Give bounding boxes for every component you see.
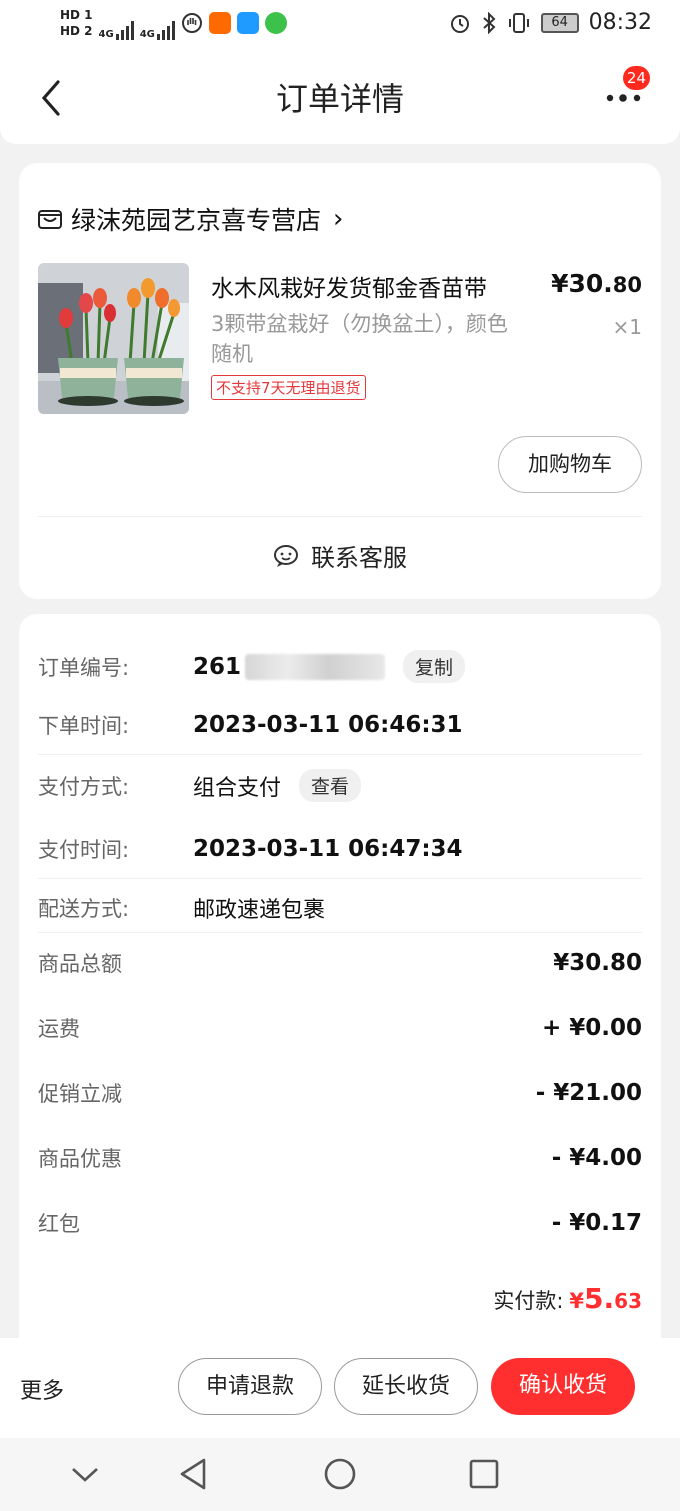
- chevron-down-icon[interactable]: [67, 1456, 103, 1492]
- hd2-label: HD 2: [60, 24, 93, 38]
- battery-icon: 64: [540, 12, 579, 33]
- amount-row-discount: 商品优惠 - ¥4.00: [38, 1143, 642, 1173]
- bluetooth-icon: [482, 11, 496, 34]
- product-quantity: ×1: [612, 315, 642, 339]
- order-info-card: 订单编号: 261 复制 下单时间: 2023-03-11 06:46:31 支…: [19, 614, 661, 1374]
- system-nav-bar: [0, 1438, 680, 1511]
- product-image[interactable]: [38, 263, 189, 414]
- vibrate-icon: [508, 12, 529, 33]
- taobao-app-icon: [208, 12, 231, 34]
- price-main: ¥30.: [551, 269, 613, 298]
- order-time-value: 2023-03-11 06:46:31: [193, 712, 463, 738]
- pay-method-row: 支付方式: 组合支付 查看: [38, 769, 642, 802]
- divider: [38, 516, 642, 517]
- amount-row-goods-total: 商品总额 ¥30.80: [38, 948, 642, 978]
- pay-method-value: 组合支付: [193, 775, 282, 801]
- more-options-icon[interactable]: [604, 88, 644, 108]
- delivery-label: 配送方式:: [38, 897, 130, 921]
- hd-indicator: HD 1 HD 2: [60, 7, 93, 39]
- amount-label: 运费: [38, 1017, 80, 1041]
- amount-label: 促销立减: [38, 1082, 122, 1106]
- amount-value: - ¥4.00: [551, 1145, 642, 1171]
- view-button[interactable]: 查看: [299, 769, 362, 802]
- add-to-cart-button[interactable]: 加购物车: [498, 436, 642, 493]
- page-title: 订单详情: [275, 80, 404, 118]
- price-cents: 80: [612, 273, 642, 297]
- signal-bars-icon: [156, 20, 175, 40]
- delivery-value: 邮政速递包裹: [193, 898, 326, 923]
- redacted-mask: [245, 653, 386, 680]
- paid-cents: 63: [614, 1289, 642, 1313]
- status-bar: HD 1 HD 2 4G 4G 64 08:32: [0, 0, 680, 52]
- product-price: ¥30.80: [551, 269, 642, 298]
- copy-button[interactable]: 复制: [403, 650, 466, 683]
- amount-row-promotion: 促销立减 - ¥21.00: [38, 1078, 642, 1108]
- search-app-icon: [236, 12, 259, 34]
- nav-header: 订单详情 24: [0, 52, 680, 144]
- amount-value: + ¥0.00: [541, 1015, 642, 1041]
- amount-value: - ¥21.00: [535, 1080, 642, 1106]
- notification-badge: 24: [622, 66, 650, 90]
- pay-time-row: 支付时间: 2023-03-11 06:47:34: [38, 834, 642, 864]
- pay-method-label: 支付方式:: [38, 774, 130, 799]
- chevron-right-icon: ›: [333, 204, 344, 234]
- bottom-action-bar: 更多 申请退款 延长收货 确认收货: [0, 1338, 680, 1438]
- product-card: 绿沫苑园艺京喜专营店 › 水木风栽好发货郁金香苗带 3颗带盆栽好（勿换盆土），颜…: [19, 163, 661, 599]
- order-number-label: 订单编号:: [38, 655, 130, 680]
- amount-row-shipping: 运费 + ¥0.00: [38, 1013, 642, 1043]
- shop-name: 绿沫苑园艺京喜专营店: [71, 206, 322, 235]
- amount-label: 红包: [38, 1212, 80, 1236]
- confirm-receipt-button[interactable]: 确认收货: [491, 1358, 635, 1415]
- signal-2: 4G: [140, 6, 175, 40]
- amount-label: 商品总额: [38, 952, 122, 976]
- hd1-label: HD 1: [60, 8, 93, 22]
- extend-receipt-button[interactable]: 延长收货: [334, 1358, 478, 1415]
- amount-value: ¥30.80: [553, 950, 642, 976]
- shop-link[interactable]: 绿沫苑园艺京喜专营店 ›: [37, 201, 343, 237]
- amount-label: 商品优惠: [38, 1147, 122, 1171]
- chat-face-icon: [274, 544, 298, 567]
- status-right: 64 08:32: [449, 10, 652, 35]
- order-time-label: 下单时间:: [38, 714, 130, 738]
- paid-currency: ¥: [569, 1289, 585, 1313]
- back-triangle-icon[interactable]: [176, 1456, 212, 1492]
- signal-1-label: 4G: [98, 29, 114, 40]
- order-number-value: 261: [193, 653, 242, 680]
- amount-value: - ¥0.17: [551, 1210, 642, 1236]
- product-spec: 3颗带盆栽好（勿换盆土），颜色随机: [211, 312, 508, 366]
- pay-time-value: 2023-03-11 06:47:34: [193, 836, 463, 862]
- recents-square-icon[interactable]: [466, 1456, 502, 1492]
- order-time-row: 下单时间: 2023-03-11 06:46:31: [38, 710, 642, 740]
- paid-total: 实付款: ¥ 5. 63: [493, 1282, 642, 1315]
- alarm-icon: [450, 14, 469, 33]
- divider: [38, 754, 642, 755]
- contact-service-button[interactable]: 联系客服: [19, 538, 661, 573]
- divider: [38, 878, 642, 879]
- divider: [38, 932, 642, 933]
- delivery-row: 配送方式: 邮政速递包裹: [38, 892, 642, 924]
- status-left: HD 1 HD 2 4G 4G: [60, 6, 287, 40]
- amount-row-red-packet: 红包 - ¥0.17: [38, 1208, 642, 1238]
- contact-service-label: 联系客服: [311, 544, 407, 572]
- no-return-tag: 不支持7天无理由退货: [211, 375, 366, 400]
- pay-time-label: 支付时间:: [38, 838, 130, 862]
- tulip-photo-icon: [38, 263, 189, 414]
- store-icon: [38, 210, 62, 229]
- signal-1: 4G: [99, 6, 134, 40]
- paid-main: 5.: [584, 1282, 615, 1315]
- signal-bars-icon: [115, 20, 134, 40]
- paid-label: 实付款:: [493, 1289, 564, 1313]
- signal-2-label: 4G: [139, 29, 155, 40]
- home-circle-icon[interactable]: [322, 1456, 358, 1492]
- order-number-row: 订单编号: 261 复制: [38, 650, 642, 683]
- product-title[interactable]: 水木风栽好发货郁金香苗带: [211, 269, 521, 303]
- hand-icon: [181, 13, 202, 33]
- apply-refund-button[interactable]: 申请退款: [178, 1358, 322, 1415]
- green-app-icon: [264, 12, 287, 34]
- clock-time: 08:32: [588, 10, 652, 35]
- more-actions-button[interactable]: 更多: [20, 1373, 64, 1405]
